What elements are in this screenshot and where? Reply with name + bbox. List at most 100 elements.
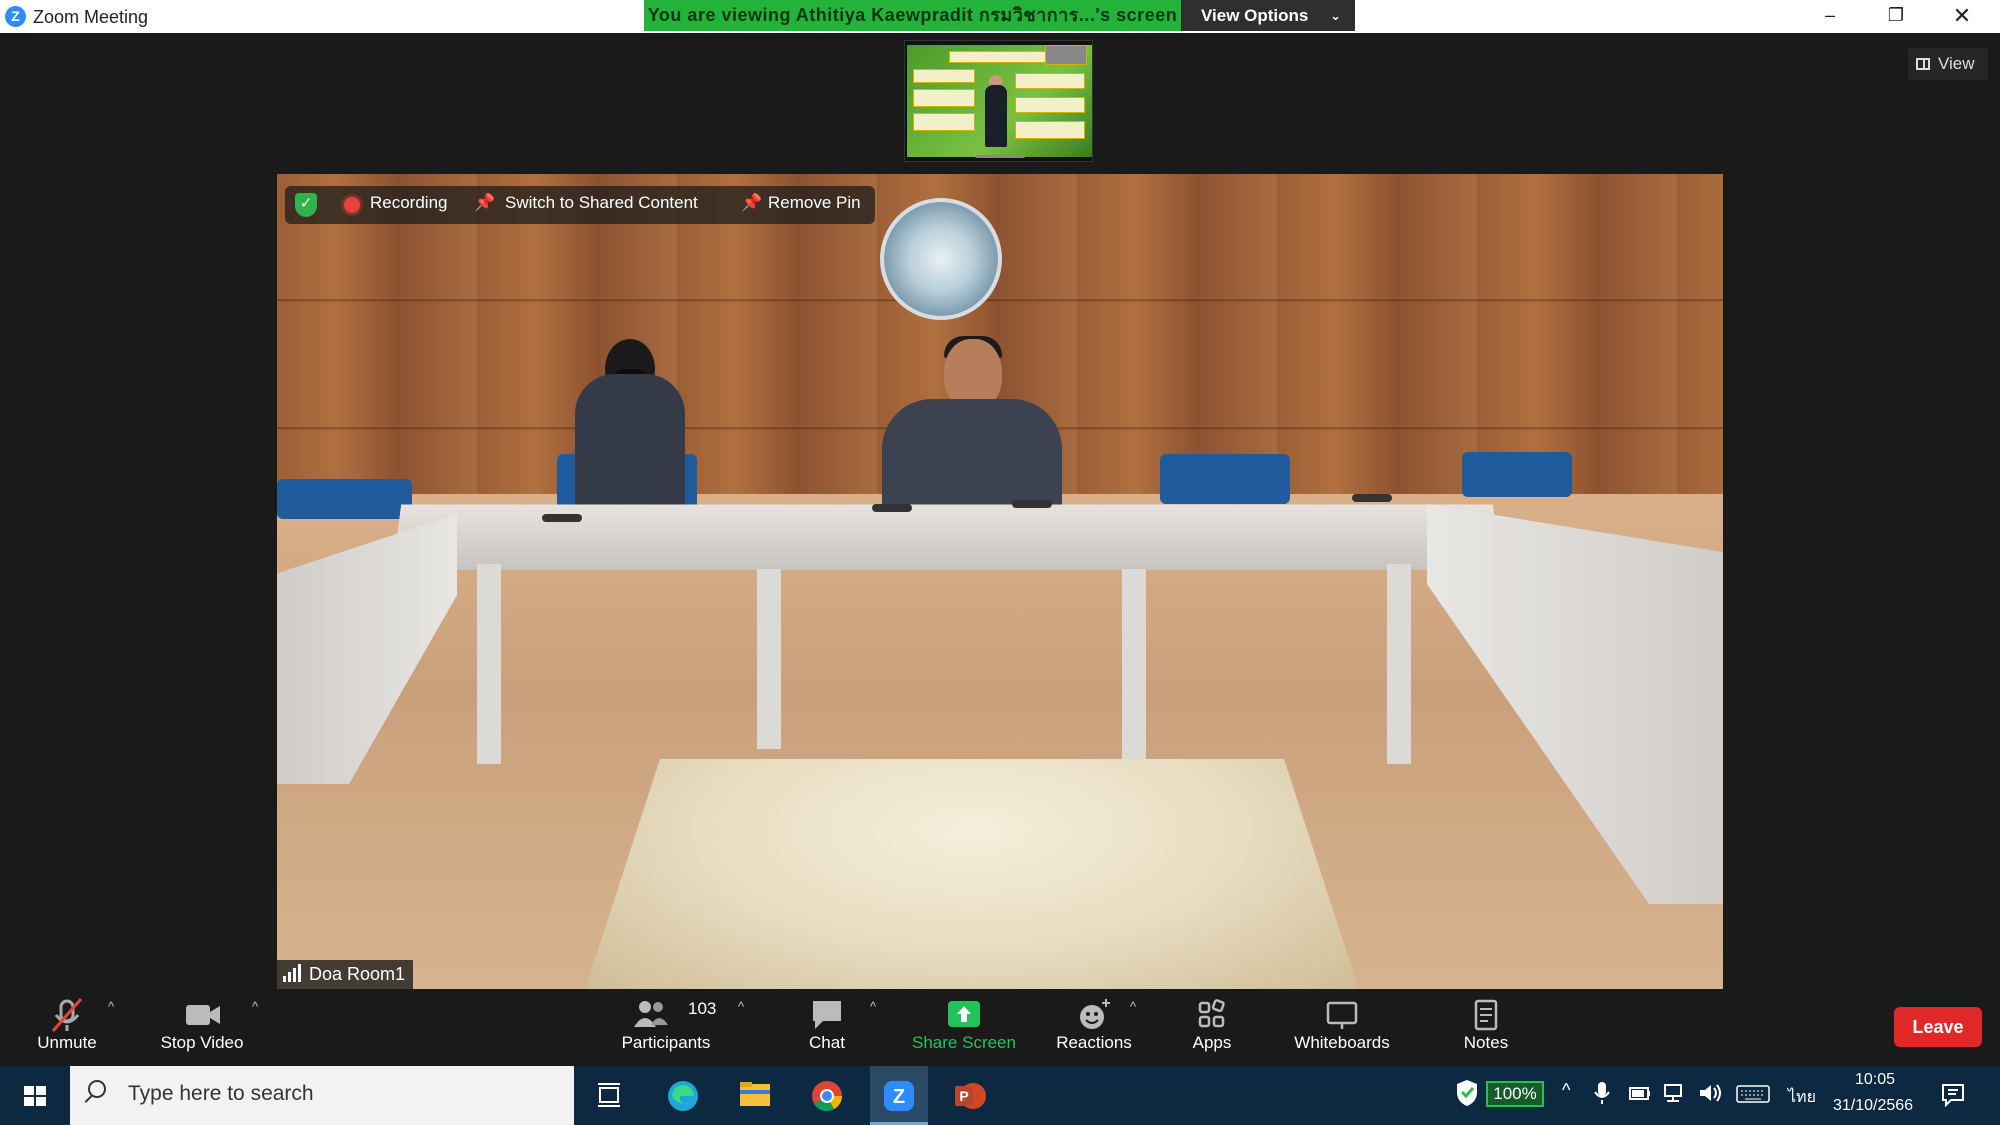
whiteboards-label: Whiteboards xyxy=(1294,1033,1390,1052)
reactions-label: Reactions xyxy=(1056,1033,1132,1052)
network-icon[interactable] xyxy=(1662,1082,1688,1104)
microphone-icon[interactable] xyxy=(1592,1080,1612,1106)
battery-indicator[interactable]: 100% xyxy=(1486,1081,1544,1107)
view-options-button[interactable]: View Options ⌄ xyxy=(1181,0,1355,31)
speaker-icon[interactable] xyxy=(1697,1082,1723,1104)
participants-button[interactable]: 103 Participants xyxy=(616,989,717,1066)
folder-icon xyxy=(740,1082,770,1106)
table-leg xyxy=(477,564,501,764)
chair xyxy=(1462,452,1572,497)
file-explorer-taskbar-button[interactable] xyxy=(726,1066,784,1125)
chat-button[interactable]: Chat xyxy=(798,989,856,1066)
slide-box xyxy=(913,69,975,83)
recording-label[interactable]: Recording xyxy=(370,193,448,213)
slide-box xyxy=(1015,97,1085,113)
unmute-button[interactable]: Unmute xyxy=(30,989,104,1066)
task-view-button[interactable] xyxy=(580,1066,638,1125)
microphone-muted-icon xyxy=(51,998,83,1032)
apps-icon xyxy=(1198,999,1225,1028)
share-screen-arrow-icon xyxy=(948,1001,980,1027)
search-placeholder: Type here to search xyxy=(128,1082,314,1105)
slide-box xyxy=(1015,73,1085,89)
whiteboard-icon xyxy=(1326,1001,1358,1029)
slide-box xyxy=(913,89,975,107)
input-language-indicator[interactable]: ไทย xyxy=(1788,1085,1816,1110)
microphone xyxy=(542,514,582,522)
apps-button[interactable]: Apps xyxy=(1186,989,1238,1066)
table-leg xyxy=(1387,564,1411,764)
switch-to-shared-content-button[interactable]: Switch to Shared Content xyxy=(505,193,698,213)
chrome-icon xyxy=(812,1081,842,1112)
signal-icon xyxy=(283,962,303,991)
notes-label: Notes xyxy=(1463,1033,1509,1052)
unmute-label: Unmute xyxy=(37,1033,97,1052)
chat-bubble-icon xyxy=(813,1001,841,1029)
view-layout-label: View xyxy=(1938,54,1975,73)
table-leg xyxy=(1122,569,1146,759)
shared-screen-thumbnail[interactable] xyxy=(904,40,1093,162)
recording-dot-icon xyxy=(344,197,360,213)
view-layout-button[interactable]: View xyxy=(1908,48,1988,80)
windows-logo-icon xyxy=(24,1086,46,1106)
close-button[interactable]: ✕ xyxy=(1932,0,1992,33)
powerpoint-icon: P xyxy=(955,1083,986,1109)
slide-box xyxy=(913,113,975,131)
keyboard-icon[interactable] xyxy=(1736,1084,1770,1104)
slide-video-box xyxy=(1045,45,1087,65)
battery-tray-icon[interactable] xyxy=(1628,1082,1652,1104)
minimize-button[interactable]: – xyxy=(1800,0,1860,33)
remove-pin-button[interactable]: Remove Pin xyxy=(768,193,861,213)
clock-time[interactable]: 10:05 xyxy=(1855,1071,1895,1089)
microphone xyxy=(872,504,912,512)
shield-check-icon[interactable]: ✓ xyxy=(295,193,317,217)
edge-taskbar-button[interactable] xyxy=(654,1066,712,1125)
meeting-toolbar: Unmute ^ Stop Video ^ 103 Participants ^… xyxy=(0,989,2000,1066)
window-title: Zoom Meeting xyxy=(33,7,149,27)
department-seal xyxy=(880,198,1002,320)
table-leg xyxy=(757,569,781,749)
stop-video-button[interactable]: Stop Video xyxy=(155,989,249,1066)
pin-icon: 📌 xyxy=(474,193,496,212)
participant-name: Doa Room1 xyxy=(309,964,406,984)
clock-date[interactable]: 31/10/2566 xyxy=(1833,1097,1913,1115)
thumbnail-handle[interactable] xyxy=(975,155,1025,158)
powerpoint-taskbar-button[interactable]: P xyxy=(942,1066,1000,1125)
participants-options-caret[interactable]: ^ xyxy=(738,999,744,1014)
share-screen-button[interactable]: Share Screen xyxy=(906,989,1022,1066)
leave-button[interactable]: Leave xyxy=(1894,1007,1982,1047)
person-left xyxy=(575,374,685,524)
chevron-up-icon[interactable]: ^ xyxy=(1562,1080,1570,1101)
pin-icon: 📌 xyxy=(741,193,763,212)
start-button[interactable] xyxy=(0,1066,70,1125)
video-options-caret[interactable]: ^ xyxy=(252,999,258,1014)
chat-options-caret[interactable]: ^ xyxy=(870,999,876,1014)
reactions-options-caret[interactable]: ^ xyxy=(1130,999,1136,1014)
slide-box xyxy=(1015,121,1085,139)
zoom-taskbar-button[interactable]: Z xyxy=(870,1066,928,1125)
stop-video-label: Stop Video xyxy=(160,1033,244,1052)
restore-button[interactable]: ❐ xyxy=(1866,0,1926,33)
main-video[interactable] xyxy=(277,174,1723,989)
video-camera-icon xyxy=(186,1005,220,1025)
notes-icon xyxy=(1474,999,1498,1031)
taskbar-search-box[interactable]: Type here to search xyxy=(70,1066,574,1125)
defender-shield-icon[interactable] xyxy=(1454,1078,1480,1108)
notes-button[interactable]: Notes xyxy=(1458,989,1514,1066)
participants-icon xyxy=(634,1001,668,1027)
tablecloth xyxy=(582,759,1362,989)
task-view-icon xyxy=(598,1083,620,1107)
audio-options-caret[interactable]: ^ xyxy=(108,999,114,1014)
microphone xyxy=(1352,494,1392,502)
reactions-button[interactable]: Reactions xyxy=(1052,989,1136,1066)
viewing-banner: You are viewing Athitiya Kaewpradit กรมว… xyxy=(644,0,1181,31)
whiteboards-button[interactable]: Whiteboards xyxy=(1290,989,1394,1066)
chevron-down-icon: ⌄ xyxy=(1330,8,1341,23)
microphone xyxy=(1012,500,1052,508)
notifications-icon[interactable] xyxy=(1940,1082,1966,1108)
participants-count: 103 xyxy=(688,999,717,1018)
share-screen-label: Share Screen xyxy=(912,1033,1016,1052)
edge-browser-icon xyxy=(668,1081,698,1111)
apps-label: Apps xyxy=(1192,1033,1232,1052)
chrome-taskbar-button[interactable] xyxy=(798,1066,856,1125)
grid-icon xyxy=(1916,58,1930,70)
